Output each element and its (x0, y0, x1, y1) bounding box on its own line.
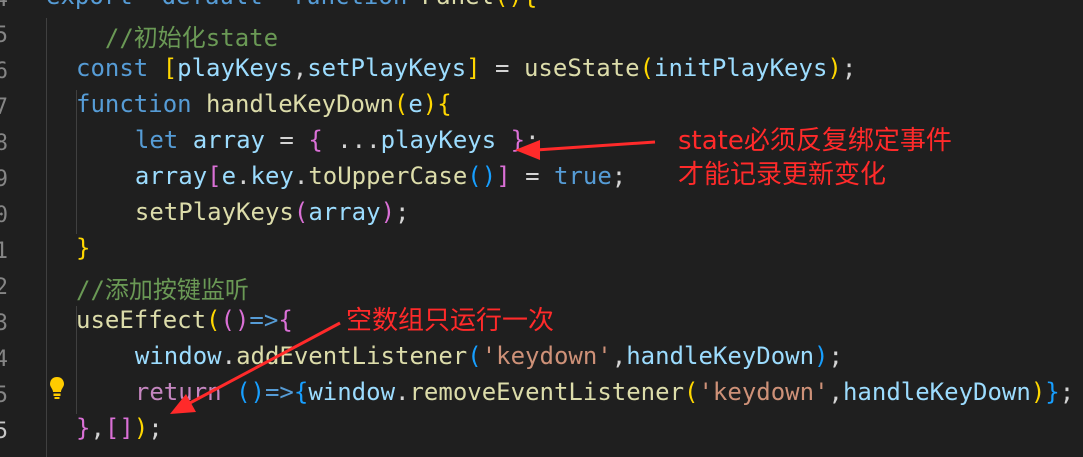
annotation-line: 才能记录更新变化 (678, 160, 887, 190)
arrowhead-icon (515, 140, 540, 160)
arrow-to-empty-deps (187, 321, 341, 406)
annotation-line: state必须反复绑定事件 (678, 126, 952, 156)
annotation-note-state: state必须反复绑定事件 才能记录更新变化 (678, 124, 952, 192)
annotation-note-empty-array: 空数组只运行一次 (346, 306, 555, 336)
arrow-to-spread-line (535, 140, 656, 152)
annotation-arrows (170, 140, 656, 414)
arrowhead-icon (170, 394, 196, 414)
